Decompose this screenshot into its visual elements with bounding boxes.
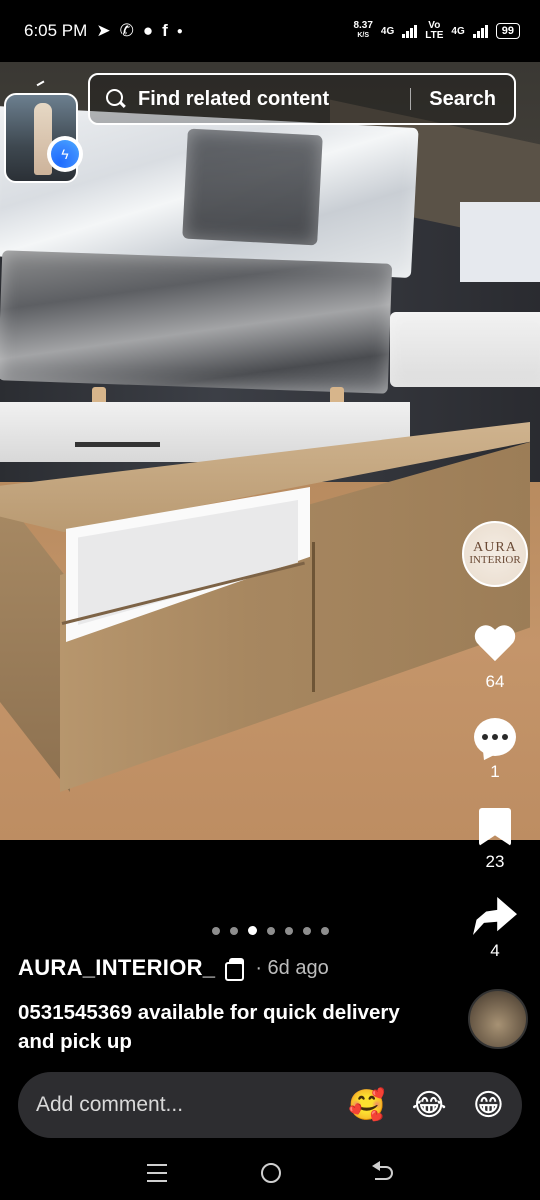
battery-icon: 99	[495, 23, 520, 39]
tears-of-joy-emoji[interactable]: 😂	[412, 1088, 447, 1123]
signal-icon-2	[472, 24, 488, 38]
wrapped-furniture-dark-panel	[182, 128, 323, 246]
comment-input-bar[interactable]: Add comment... 🥰 😂 😁	[18, 1072, 522, 1138]
comment-button[interactable]: 1	[465, 718, 525, 782]
carousel-dot	[230, 926, 238, 935]
like-count: 64	[485, 672, 505, 691]
share-button[interactable]: 4	[465, 897, 525, 961]
signal-icon	[402, 24, 418, 38]
facebook-icon: f	[162, 21, 168, 40]
search-icon	[106, 89, 126, 109]
messenger-icon[interactable]: ϟ	[47, 136, 83, 172]
tv-stand-side	[0, 492, 70, 792]
carousel-dot	[321, 926, 329, 935]
search-bar[interactable]: Find related content Search	[88, 73, 516, 125]
wrapped-furniture-right	[390, 312, 540, 387]
bookmark-icon	[479, 808, 511, 846]
comment-count: 1	[490, 762, 500, 781]
like-button[interactable]: 64	[465, 626, 525, 692]
comment-input[interactable]: Add comment...	[36, 1093, 183, 1117]
carousel-dot	[212, 926, 220, 935]
carousel-dot	[267, 926, 275, 935]
post-time: · 6d ago	[255, 956, 329, 979]
volte-label: Vo LTE	[425, 20, 444, 41]
telegram-icon: ➤	[96, 21, 111, 40]
save-count: 23	[485, 852, 505, 871]
system-nav-bar	[0, 1145, 540, 1200]
search-input[interactable]: Find related content	[138, 88, 329, 111]
share-count: 4	[490, 941, 500, 960]
comment-icon	[474, 718, 516, 756]
post-photo[interactable]	[0, 62, 540, 840]
carousel-dot	[303, 926, 311, 935]
quick-emoji-row: 🥰 😂 😁	[348, 1088, 504, 1123]
dot-icon: ●	[176, 25, 183, 37]
smiling-hearts-emoji[interactable]: 🥰	[348, 1088, 385, 1123]
wrapped-furniture-middle	[0, 250, 393, 394]
tv-stand-door-edge	[312, 542, 315, 692]
home-icon[interactable]	[261, 1162, 281, 1183]
search-divider	[409, 88, 412, 110]
sound-avatar[interactable]	[468, 989, 528, 1049]
creator-avatar[interactable]: AURA INTERIOR	[462, 521, 528, 587]
whatsapp-icon: ✆	[119, 21, 134, 40]
recent-apps-icon[interactable]	[147, 1163, 167, 1182]
chat-icon: ●	[142, 21, 154, 40]
carousel-dot-active	[248, 926, 257, 935]
multi-image-icon	[225, 958, 245, 981]
back-icon[interactable]	[372, 1160, 393, 1180]
save-button[interactable]: 23	[465, 808, 525, 872]
network-type-label-2: 4G	[451, 25, 465, 37]
grinning-emoji[interactable]: 😁	[473, 1088, 504, 1123]
post-caption[interactable]: 0531545369 available for quick delivery …	[18, 998, 438, 1056]
search-button[interactable]: Search	[429, 88, 496, 111]
network-speed: 8.37 K/S	[353, 20, 373, 40]
author-name[interactable]: AURA_INTERIOR_	[18, 955, 215, 981]
status-bar: 6:05 PM ➤ ✆ ● f ● 8.37 K/S 4G Vo LTE 4G …	[0, 0, 540, 62]
carousel-dot	[285, 926, 293, 935]
share-icon	[473, 897, 517, 935]
network-type-label: 4G	[380, 25, 395, 37]
photo-sky	[460, 202, 540, 282]
status-time: 6:05 PM	[24, 21, 88, 40]
heart-icon	[473, 626, 517, 666]
carousel-indicator	[212, 926, 329, 935]
post-author-row: AURA_INTERIOR_ · 6d ago	[18, 955, 329, 981]
